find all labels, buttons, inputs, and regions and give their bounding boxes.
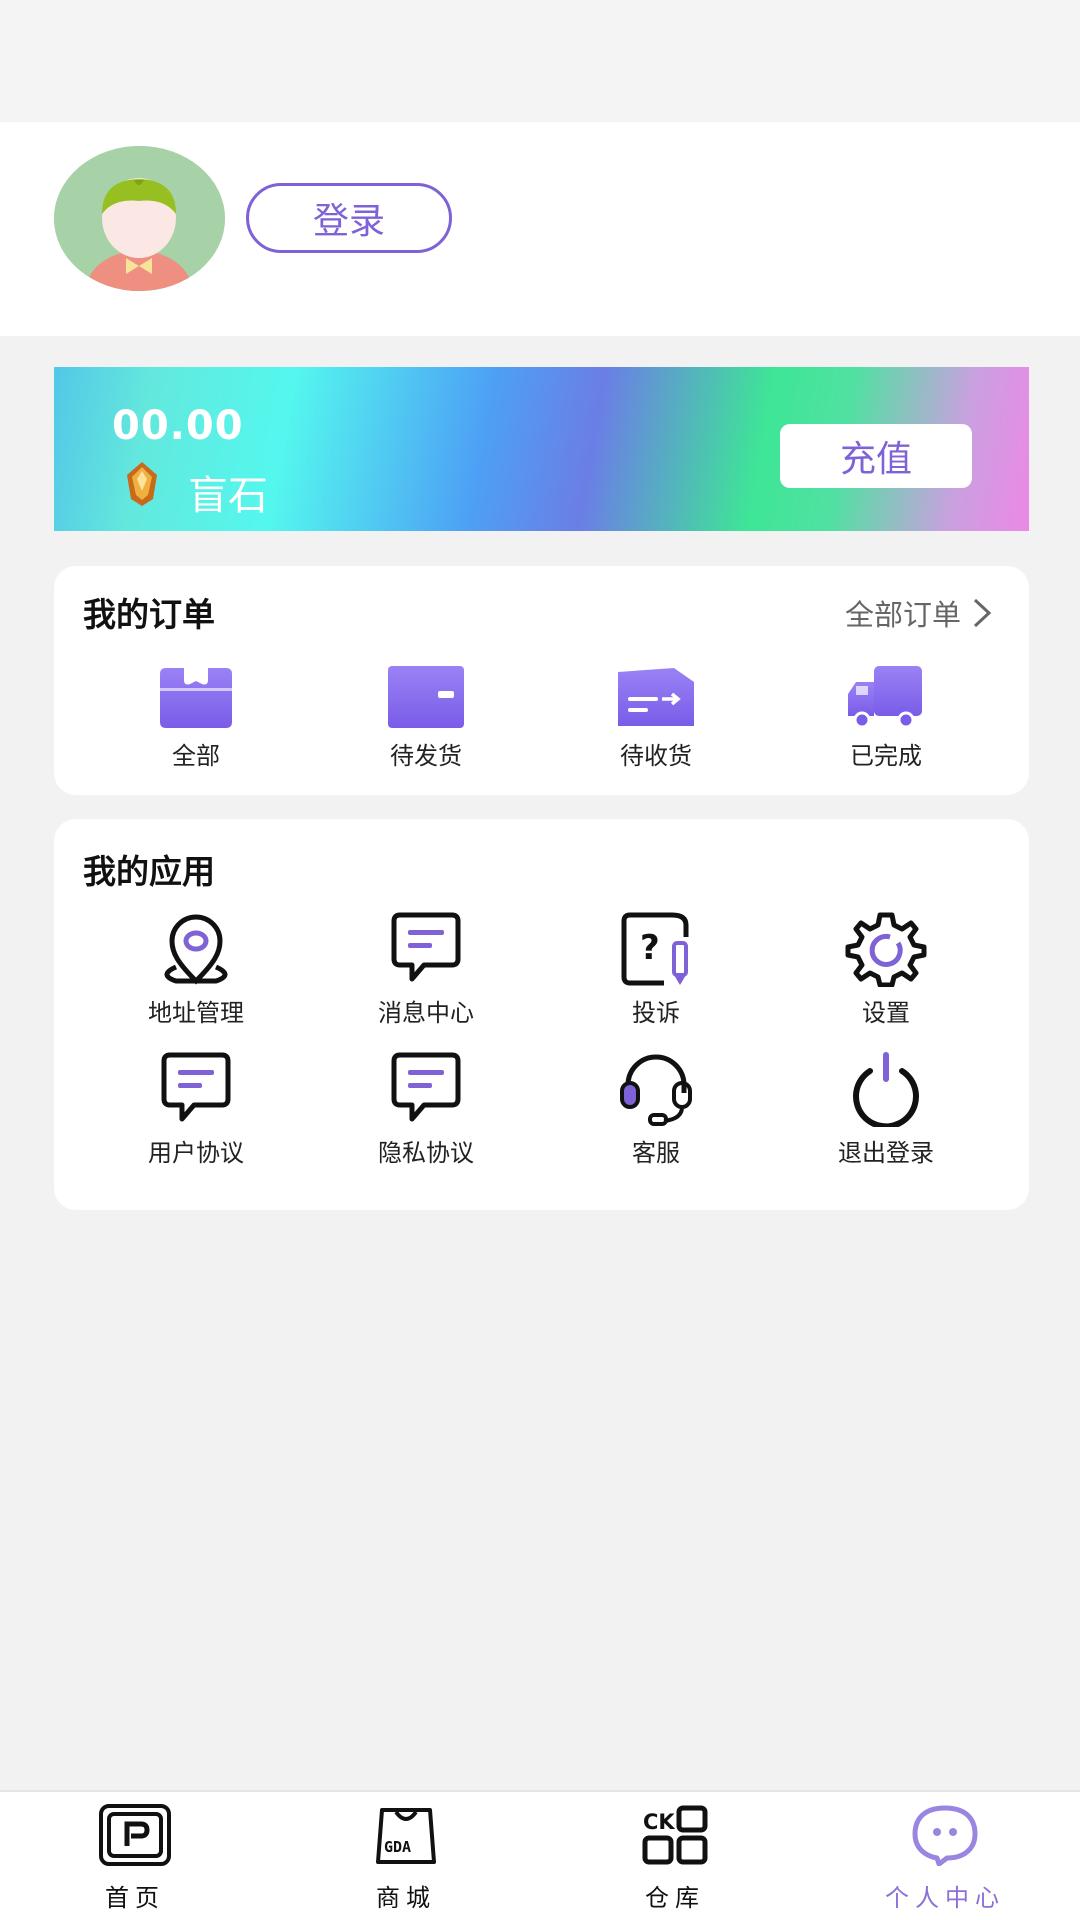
tab-mall-label: 商城 (376, 1884, 436, 1912)
tab-mall[interactable]: GDA 商城 (316, 1804, 496, 1913)
recharge-button[interactable]: 充值 (780, 424, 972, 488)
app-logout-label: 退出登录 (838, 1139, 934, 1167)
my-orders-card: 我的订单 全部订单 全部 待发货 待收货 已完成 (54, 566, 1029, 795)
tab-profile-label: 个人中心 (885, 1884, 1005, 1912)
order-completed-label: 已完成 (850, 742, 922, 770)
package-icon (388, 666, 464, 728)
tab-profile[interactable]: 个人中心 (855, 1804, 1035, 1913)
order-completed[interactable]: 已完成 (796, 664, 976, 771)
app-user-agreement-label: 用户协议 (148, 1139, 244, 1167)
all-orders-link[interactable]: 全部订单 (845, 592, 993, 634)
avatar-icon (54, 146, 225, 291)
all-orders-label: 全部订单 (844, 598, 961, 632)
order-all[interactable]: 全部 (106, 664, 286, 771)
location-pin-icon (164, 914, 228, 985)
privacy-agreement-icon (391, 1052, 461, 1122)
svg-text:GDA: GDA (384, 1838, 411, 1856)
order-pending-shipment-label: 待发货 (390, 742, 462, 770)
app-message-center[interactable]: 消息中心 (336, 911, 516, 1028)
box-icon (160, 668, 232, 728)
truck-icon (848, 666, 922, 729)
app-privacy-agreement[interactable]: 隐私协议 (336, 1051, 516, 1168)
gear-icon (845, 912, 927, 987)
warehouse-icon: CK (642, 1805, 708, 1865)
svg-text:CK: CK (643, 1810, 675, 1834)
complaint-icon: ? (621, 912, 689, 986)
app-address-management[interactable]: 地址管理 (106, 911, 286, 1028)
headset-icon (620, 1054, 692, 1126)
user-agreement-icon (161, 1052, 231, 1122)
login-button[interactable]: 登录 (246, 183, 452, 253)
balance-banner: 00.00 盲石 充值 (54, 367, 1029, 531)
tab-home-label: 首页 (105, 1884, 165, 1912)
chevron-right-icon (973, 598, 992, 628)
shop-bag-icon: GDA (376, 1808, 436, 1864)
app-user-agreement[interactable]: 用户协议 (106, 1051, 286, 1168)
tab-warehouse-label: 仓库 (645, 1884, 705, 1912)
svg-text:?: ? (640, 928, 660, 968)
app-customer-service-label: 客服 (632, 1139, 680, 1167)
profile-chat-icon (912, 1805, 978, 1866)
profile-header: 登录 (0, 122, 1080, 336)
app-complaint[interactable]: ? 投诉 (566, 911, 746, 1028)
avatar[interactable] (54, 146, 225, 291)
power-icon (853, 1052, 919, 1127)
delivery-icon (618, 668, 694, 726)
app-address-management-label: 地址管理 (148, 999, 244, 1027)
balance-unit-label: 盲石 (188, 473, 268, 519)
home-p-icon (99, 1804, 171, 1866)
order-pending-shipment[interactable]: 待发货 (336, 664, 516, 771)
app-customer-service[interactable]: 客服 (566, 1051, 746, 1168)
my-orders-title: 我的订单 (83, 595, 215, 634)
app-complaint-label: 投诉 (632, 999, 680, 1027)
message-icon (391, 912, 461, 982)
bottom-tab-bar: 首页 GDA 商城 CK 仓库 个人中心 (0, 1790, 1080, 1920)
gem-icon (127, 462, 157, 506)
order-pending-receipt-label: 待收货 (620, 742, 692, 770)
order-all-label: 全部 (172, 742, 220, 770)
order-pending-receipt[interactable]: 待收货 (566, 664, 746, 771)
app-settings[interactable]: 设置 (796, 911, 976, 1028)
my-apps-card: 我的应用 地址管理 消息中心 ? 投诉 设置 用户协议 隐私协议 客服 退出登录 (54, 819, 1029, 1210)
tab-home[interactable]: 首页 (45, 1804, 225, 1913)
app-privacy-agreement-label: 隐私协议 (378, 1139, 474, 1167)
status-area (0, 0, 1080, 122)
app-message-center-label: 消息中心 (378, 999, 474, 1027)
my-apps-title: 我的应用 (83, 852, 215, 891)
app-settings-label: 设置 (862, 999, 910, 1027)
balance-amount: 00.00 (112, 403, 244, 449)
tab-warehouse[interactable]: CK 仓库 (585, 1804, 765, 1913)
app-logout[interactable]: 退出登录 (796, 1051, 976, 1168)
